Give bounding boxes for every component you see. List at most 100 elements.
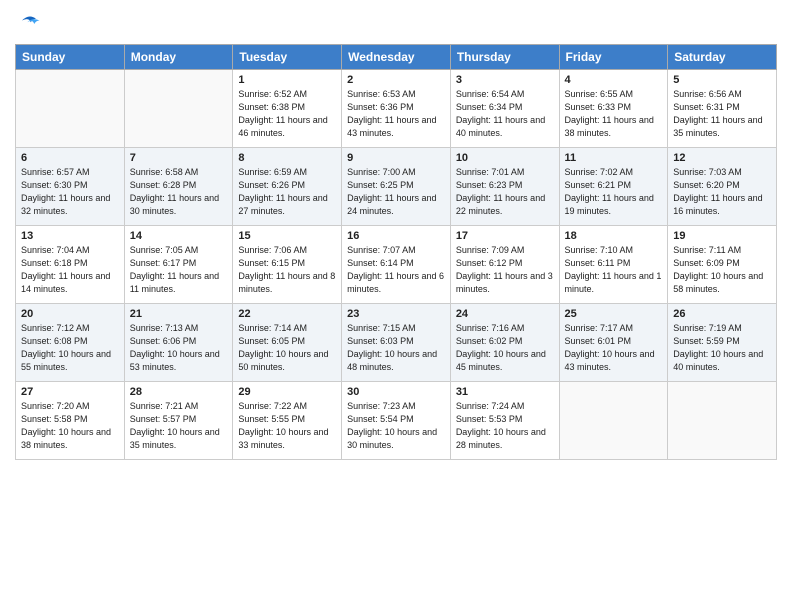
calendar-day-19: 19 Sunrise: 7:11 AMSunset: 6:09 PMDayligh… (668, 226, 777, 304)
calendar-day-8: 8Sunrise: 6:59 AMSunset: 6:26 PMDaylight… (233, 148, 342, 226)
day-number: 27 (21, 386, 119, 398)
calendar-day-18: 18 Sunrise: 7:10 AMSunset: 6:11 PMDayligh… (559, 226, 668, 304)
day-number: 17 (456, 230, 554, 242)
calendar-day-25: 25 Sunrise: 7:17 AMSunset: 6:01 PMDayligh… (559, 304, 668, 382)
day-info: Sunrise: 7:23 AMSunset: 5:54 PMDaylight:… (347, 400, 445, 452)
day-number: 21 (130, 308, 228, 320)
day-info: Sunrise: 7:03 AMSunset: 6:20 PMDaylight:… (673, 166, 771, 218)
day-info: Sunrise: 7:12 AMSunset: 6:08 PMDaylight:… (21, 322, 119, 374)
day-number: 18 (565, 230, 663, 242)
day-info: Sunrise: 6:54 AMSunset: 6:34 PMDaylight:… (456, 88, 554, 140)
day-info: Sunrise: 7:24 AMSunset: 5:53 PMDaylight:… (456, 400, 554, 452)
calendar-day-28: 28 Sunrise: 7:21 AMSunset: 5:57 PMDayligh… (124, 382, 233, 460)
calendar-day-31: 31Sunrise: 7:24 AMSunset: 5:53 PMDayligh… (450, 382, 559, 460)
day-number: 6 (21, 152, 119, 164)
calendar-day-1: 1 Sunrise: 6:52 AMSunset: 6:38 PMDaylight… (233, 70, 342, 148)
day-info: Sunrise: 7:02 AMSunset: 6:21 PMDaylight:… (565, 166, 663, 218)
calendar-week-2: 6 Sunrise: 6:57 AMSunset: 6:30 PMDaylight… (16, 148, 777, 226)
day-number: 23 (347, 308, 445, 320)
day-header-sunday: Sunday (16, 45, 125, 70)
day-info: Sunrise: 7:11 AMSunset: 6:09 PMDaylight:… (673, 244, 771, 296)
day-number: 29 (238, 386, 336, 398)
day-info: Sunrise: 7:09 AMSunset: 6:12 PMDaylight:… (456, 244, 554, 296)
day-info: Sunrise: 6:52 AMSunset: 6:38 PMDaylight:… (238, 88, 336, 140)
day-number: 14 (130, 230, 228, 242)
calendar-day-17: 17 Sunrise: 7:09 AMSunset: 6:12 PMDayligh… (450, 226, 559, 304)
day-number: 9 (347, 152, 445, 164)
day-info: Sunrise: 7:01 AMSunset: 6:23 PMDaylight:… (456, 166, 554, 218)
day-number: 11 (565, 152, 663, 164)
day-info: Sunrise: 7:16 AMSunset: 6:02 PMDaylight:… (456, 322, 554, 374)
calendar-day-11: 11 Sunrise: 7:02 AMSunset: 6:21 PMDayligh… (559, 148, 668, 226)
day-info: Sunrise: 7:07 AMSunset: 6:14 PMDaylight:… (347, 244, 445, 296)
day-number: 26 (673, 308, 771, 320)
day-header-friday: Friday (559, 45, 668, 70)
day-info: Sunrise: 7:17 AMSunset: 6:01 PMDaylight:… (565, 322, 663, 374)
calendar-week-3: 13 Sunrise: 7:04 AMSunset: 6:18 PMDayligh… (16, 226, 777, 304)
day-info: Sunrise: 6:57 AMSunset: 6:30 PMDaylight:… (21, 166, 119, 218)
day-info: Sunrise: 7:21 AMSunset: 5:57 PMDaylight:… (130, 400, 228, 452)
day-info: Sunrise: 7:04 AMSunset: 6:18 PMDaylight:… (21, 244, 119, 296)
calendar-day-23: 23 Sunrise: 7:15 AMSunset: 6:03 PMDayligh… (342, 304, 451, 382)
day-number: 16 (347, 230, 445, 242)
day-number: 15 (238, 230, 336, 242)
calendar-day-12: 12 Sunrise: 7:03 AMSunset: 6:20 PMDayligh… (668, 148, 777, 226)
day-number: 7 (130, 152, 228, 164)
day-number: 8 (238, 152, 336, 164)
calendar-day-16: 16 Sunrise: 7:07 AMSunset: 6:14 PMDayligh… (342, 226, 451, 304)
calendar-header-row: SundayMondayTuesdayWednesdayThursdayFrid… (16, 45, 777, 70)
day-number: 12 (673, 152, 771, 164)
day-number: 20 (21, 308, 119, 320)
day-info: Sunrise: 7:22 AMSunset: 5:55 PMDaylight:… (238, 400, 336, 452)
day-info: Sunrise: 7:06 AMSunset: 6:15 PMDaylight:… (238, 244, 336, 296)
day-number: 30 (347, 386, 445, 398)
day-header-monday: Monday (124, 45, 233, 70)
calendar-day-3: 3 Sunrise: 6:54 AMSunset: 6:34 PMDaylight… (450, 70, 559, 148)
day-header-wednesday: Wednesday (342, 45, 451, 70)
day-number: 19 (673, 230, 771, 242)
day-number: 28 (130, 386, 228, 398)
day-number: 4 (565, 74, 663, 86)
day-number: 10 (456, 152, 554, 164)
day-info: Sunrise: 7:15 AMSunset: 6:03 PMDaylight:… (347, 322, 445, 374)
page-header (15, 10, 777, 38)
calendar-day-9: 9 Sunrise: 7:00 AMSunset: 6:25 PMDaylight… (342, 148, 451, 226)
calendar-day-21: 21 Sunrise: 7:13 AMSunset: 6:06 PMDayligh… (124, 304, 233, 382)
day-info: Sunrise: 6:55 AMSunset: 6:33 PMDaylight:… (565, 88, 663, 140)
calendar-day-2: 2Sunrise: 6:53 AMSunset: 6:36 PMDaylight… (342, 70, 451, 148)
day-info: Sunrise: 6:53 AMSunset: 6:36 PMDaylight:… (347, 88, 445, 140)
calendar-day-15: 15 Sunrise: 7:06 AMSunset: 6:15 PMDayligh… (233, 226, 342, 304)
calendar-day-7: 7 Sunrise: 6:58 AMSunset: 6:28 PMDaylight… (124, 148, 233, 226)
day-info: Sunrise: 6:56 AMSunset: 6:31 PMDaylight:… (673, 88, 771, 140)
day-header-tuesday: Tuesday (233, 45, 342, 70)
day-number: 24 (456, 308, 554, 320)
logo-icon (15, 10, 43, 38)
calendar-day-13: 13 Sunrise: 7:04 AMSunset: 6:18 PMDayligh… (16, 226, 125, 304)
calendar-day-20: 20 Sunrise: 7:12 AMSunset: 6:08 PMDayligh… (16, 304, 125, 382)
calendar-day-30: 30 Sunrise: 7:23 AMSunset: 5:54 PMDayligh… (342, 382, 451, 460)
calendar-day-29: 29 Sunrise: 7:22 AMSunset: 5:55 PMDayligh… (233, 382, 342, 460)
calendar-day-empty (668, 382, 777, 460)
day-info: Sunrise: 7:13 AMSunset: 6:06 PMDaylight:… (130, 322, 228, 374)
calendar-day-22: 22Sunrise: 7:14 AMSunset: 6:05 PMDayligh… (233, 304, 342, 382)
calendar-week-5: 27 Sunrise: 7:20 AMSunset: 5:58 PMDayligh… (16, 382, 777, 460)
day-number: 13 (21, 230, 119, 242)
day-number: 3 (456, 74, 554, 86)
day-info: Sunrise: 6:58 AMSunset: 6:28 PMDaylight:… (130, 166, 228, 218)
calendar-day-6: 6 Sunrise: 6:57 AMSunset: 6:30 PMDaylight… (16, 148, 125, 226)
day-info: Sunrise: 7:05 AMSunset: 6:17 PMDaylight:… (130, 244, 228, 296)
day-number: 5 (673, 74, 771, 86)
day-info: Sunrise: 7:00 AMSunset: 6:25 PMDaylight:… (347, 166, 445, 218)
calendar-week-4: 20 Sunrise: 7:12 AMSunset: 6:08 PMDayligh… (16, 304, 777, 382)
calendar-day-empty (16, 70, 125, 148)
day-info: Sunrise: 7:19 AMSunset: 5:59 PMDaylight:… (673, 322, 771, 374)
day-info: Sunrise: 7:20 AMSunset: 5:58 PMDaylight:… (21, 400, 119, 452)
day-header-thursday: Thursday (450, 45, 559, 70)
day-info: Sunrise: 7:10 AMSunset: 6:11 PMDaylight:… (565, 244, 663, 296)
calendar-day-4: 4 Sunrise: 6:55 AMSunset: 6:33 PMDaylight… (559, 70, 668, 148)
calendar-table: SundayMondayTuesdayWednesdayThursdayFrid… (15, 44, 777, 460)
day-header-saturday: Saturday (668, 45, 777, 70)
calendar-day-10: 10 Sunrise: 7:01 AMSunset: 6:23 PMDayligh… (450, 148, 559, 226)
day-number: 25 (565, 308, 663, 320)
day-number: 1 (238, 74, 336, 86)
